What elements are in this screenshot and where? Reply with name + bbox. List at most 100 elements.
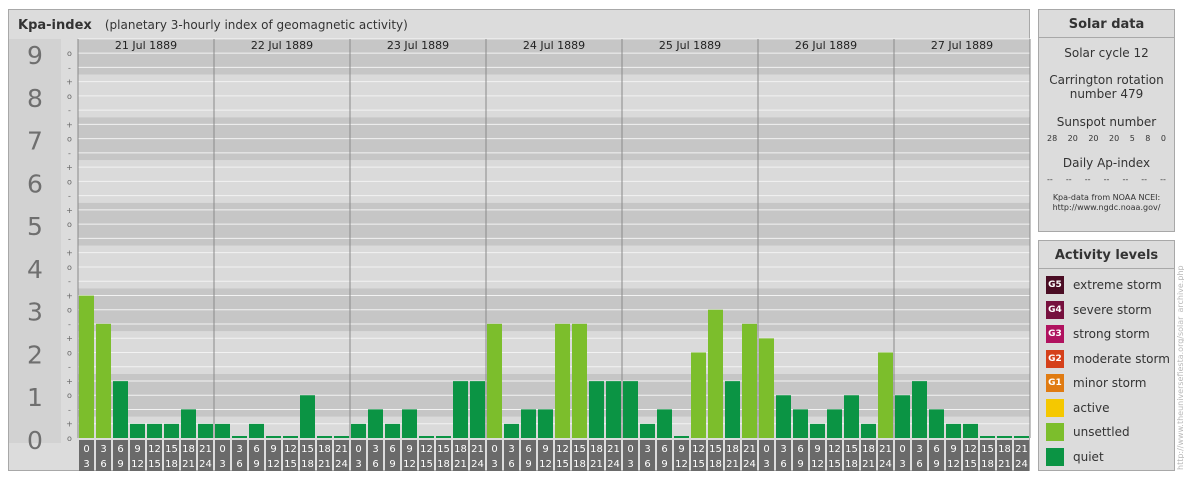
- time-axis-start-label: 9: [814, 444, 820, 455]
- time-axis-end-label: 21: [998, 459, 1011, 470]
- carrington-line-2: number 479: [1069, 87, 1144, 101]
- kp-bar: [283, 436, 298, 438]
- minor-tick-label: -: [68, 63, 71, 72]
- time-axis-start-label: 12: [692, 444, 705, 455]
- time-axis-start-label: 15: [981, 444, 994, 455]
- kp-bar: [674, 436, 689, 438]
- minor-tick-label: -: [68, 234, 71, 243]
- time-axis-end-label: 9: [797, 459, 803, 470]
- time-axis-start-label: 12: [420, 444, 433, 455]
- time-axis-start-label: 6: [253, 444, 259, 455]
- time-axis-end-label: 12: [267, 459, 280, 470]
- time-axis-end-label: 24: [607, 459, 620, 470]
- time-axis-end-label: 15: [420, 459, 433, 470]
- time-axis-start-label: 6: [797, 444, 803, 455]
- minor-tick-label: o: [67, 348, 72, 357]
- y-tick-label: 3: [27, 298, 43, 327]
- time-axis-start-label: 3: [780, 444, 786, 455]
- activity-levels-title: Activity levels: [1039, 241, 1174, 269]
- carrington-line-1: Carrington rotation: [1049, 73, 1164, 87]
- time-axis-end-label: 3: [83, 459, 89, 470]
- time-axis-end-label: 12: [131, 459, 144, 470]
- minor-tick-label: -: [68, 192, 71, 201]
- kp-bar: [368, 409, 383, 438]
- time-axis-start-label: 6: [525, 444, 531, 455]
- time-axis-end-label: 3: [627, 459, 633, 470]
- time-axis-start-label: 6: [661, 444, 667, 455]
- data-source-link[interactable]: http://www.ngdc.noaa.gov/: [1039, 203, 1174, 213]
- time-axis-end-label: 18: [437, 459, 450, 470]
- time-axis-end-label: 9: [117, 459, 123, 470]
- time-axis-end-label: 6: [100, 459, 106, 470]
- activity-level-label: strong storm: [1073, 327, 1150, 341]
- y-tick-label: 1: [27, 383, 43, 412]
- activity-level-label: severe storm: [1073, 302, 1152, 317]
- time-axis-end-label: 3: [219, 459, 225, 470]
- kp-bar: [419, 436, 434, 438]
- time-axis-end-label: 12: [811, 459, 824, 470]
- sunspot-value: 28: [1047, 134, 1058, 143]
- time-axis-start-label: 15: [165, 444, 178, 455]
- activity-level-label: extreme storm: [1073, 278, 1162, 292]
- time-axis-end-label: 6: [644, 459, 650, 470]
- minor-tick-label: +: [66, 291, 73, 300]
- carrington-rotation: Carrington rotation number 479: [1039, 73, 1174, 101]
- ap-index-values: -- -- -- -- -- -- --: [1039, 175, 1174, 184]
- activity-level-item: unsettled: [1046, 423, 1130, 441]
- minor-tick-label: o: [67, 92, 72, 101]
- time-axis-start-label: 0: [83, 444, 89, 455]
- kp-bar: [130, 423, 145, 438]
- time-axis-end-label: 15: [964, 459, 977, 470]
- time-axis-end-label: 15: [556, 459, 569, 470]
- kp-bar: [997, 436, 1012, 438]
- activity-level-item: G3 strong storm: [1046, 325, 1150, 343]
- kp-bar: [861, 423, 876, 438]
- activity-level-item: G2 moderate storm: [1046, 349, 1170, 368]
- time-axis-end-label: 21: [726, 459, 739, 470]
- kp-bar: [878, 352, 893, 438]
- kp-bar: [317, 436, 332, 438]
- activity-levels-panel: Activity levels G5 extreme storm G4 severe …: [1038, 240, 1175, 471]
- watermark: http://www.theuniversefiesta.org/solar_a…: [1176, 265, 1184, 470]
- minor-tick-label: o: [67, 434, 72, 443]
- time-axis-end-label: 21: [318, 459, 331, 470]
- time-axis-end-label: 9: [525, 459, 531, 470]
- activity-level-swatch: G3: [1046, 325, 1064, 343]
- solar-data-panel: Solar data Solar cycle 12 Carrington rot…: [1038, 9, 1175, 232]
- time-axis-start-label: 9: [542, 444, 548, 455]
- time-axis-start-label: 18: [182, 444, 195, 455]
- time-axis-end-label: 21: [590, 459, 603, 470]
- minor-tick-label: +: [66, 334, 73, 343]
- kp-bar: [708, 309, 723, 438]
- y-tick-label: 5: [27, 212, 43, 241]
- time-axis-start-label: 15: [709, 444, 722, 455]
- sunspot-value: 0: [1160, 134, 1166, 143]
- time-axis-start-label: 0: [899, 444, 905, 455]
- time-axis-start-label: 21: [607, 444, 620, 455]
- time-axis-end-label: 3: [763, 459, 769, 470]
- kp-bar: [232, 436, 247, 438]
- kp-bar: [810, 423, 825, 438]
- time-axis-end-label: 12: [403, 459, 416, 470]
- time-axis-start-label: 3: [372, 444, 378, 455]
- minor-tick-label: +: [66, 163, 73, 172]
- time-axis-start-label: 0: [763, 444, 769, 455]
- kp-bar: [623, 381, 638, 438]
- kp-bar: [555, 323, 570, 438]
- time-axis-start-label: 21: [471, 444, 484, 455]
- time-axis-start-label: 15: [845, 444, 858, 455]
- kp-bar: [1014, 436, 1029, 438]
- kp-bar: [351, 423, 366, 438]
- y-tick-label: 2: [27, 340, 43, 369]
- sunspot-title: Sunspot number: [1056, 115, 1157, 129]
- kp-bar: [963, 423, 978, 438]
- time-axis-end-label: 12: [947, 459, 960, 470]
- day-label: 25 Jul 1889: [659, 39, 721, 52]
- time-axis-end-label: 3: [899, 459, 905, 470]
- time-axis-end-label: 9: [661, 459, 667, 470]
- kp-bar: [538, 409, 553, 438]
- solar-cycle: Solar cycle 12: [1064, 46, 1149, 60]
- time-axis-end-label: 24: [1015, 459, 1028, 470]
- kp-bar: [606, 381, 621, 438]
- sunspot-value: 20: [1088, 134, 1099, 143]
